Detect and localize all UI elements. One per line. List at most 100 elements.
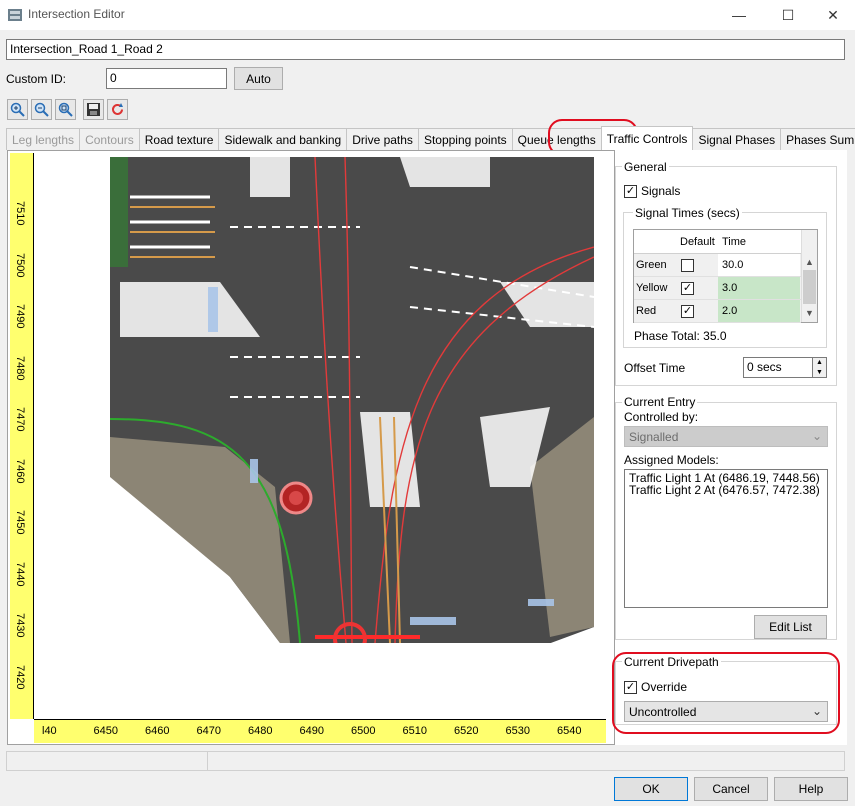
custom-id-label: Custom ID: [6,72,67,86]
tab-contours[interactable]: Contours [79,128,140,150]
signal-times-table[interactable]: Default Time ▲ ▼ Green 30.0 Yellow ✓ 3.0 Red ✓… [633,229,818,323]
ruler-tick-label: 7500 [14,252,26,277]
tab-traffic-controls[interactable]: Traffic Controls [600,126,694,150]
help-button[interactable]: Help [774,777,848,801]
assigned-models-label: Assigned Models: [624,453,719,467]
ruler-tick-label: 7450 [14,510,26,535]
refresh-icon [112,103,123,115]
offset-time-spinner[interactable]: ▲ ▼ [813,357,827,378]
save-icon [87,103,100,116]
zoom-in-button[interactable] [7,99,28,120]
table-row[interactable]: Green 30.0 [634,254,801,277]
custom-id-input[interactable]: 0 [106,68,227,89]
signal-time[interactable]: 30.0 [718,254,800,276]
table-scrollbar[interactable]: ▲ ▼ [801,230,817,322]
zoom-fit-icon [58,102,73,117]
signal-time[interactable]: 3.0 [718,277,800,299]
zoom-out-icon [34,102,49,117]
signal-name: Green [636,259,667,271]
ruler-tick-label: 6480 [248,725,273,737]
ruler-tick-label: 6540 [557,725,582,737]
controlled-by-value: Signalled [629,430,679,444]
minimize-icon: — [732,7,746,23]
default-checkbox[interactable]: ✓ [681,305,694,318]
save-button[interactable] [83,99,104,120]
scroll-thumb[interactable] [803,270,816,304]
table-row[interactable]: Yellow ✓ 3.0 [634,277,801,300]
ok-button[interactable]: OK [614,777,688,801]
tab-leg-lengths[interactable]: Leg lengths [6,128,81,150]
signals-label: Signals [641,184,681,198]
scroll-down-icon[interactable]: ▼ [805,308,814,318]
maximize-icon: ☐ [781,6,795,23]
ruler-tick-label: 6450 [93,725,118,737]
tab-strip: Leg lengths Contours Road texture Sidewalk … [6,126,855,150]
tab-stopping-points[interactable]: Stopping points [417,128,513,150]
close-button[interactable]: ✕ [810,0,855,30]
default-checkbox[interactable] [681,259,694,272]
signals-checkbox-row[interactable]: ✓ Signals [624,184,680,198]
ruler-tick-label: 6510 [402,725,427,737]
edit-list-button[interactable]: Edit List [754,615,827,639]
close-icon: ✕ [827,6,839,23]
header-default: Default [680,236,715,248]
zoom-fit-button[interactable] [55,99,76,120]
header-time: Time [722,236,747,248]
intersection-map[interactable] [110,157,594,643]
controlled-by-label: Controlled by: [624,410,699,424]
ruler-tick-label: 7480 [14,355,26,380]
phase-total: Phase Total: 35.0 [634,329,727,343]
ruler-tick-label: 6520 [454,725,479,737]
ruler-tick-label: 7470 [14,407,26,432]
tab-sidewalk-and-banking[interactable]: Sidewalk and banking [218,128,348,150]
offset-time-label: Offset Time [624,361,686,375]
tab-road-texture[interactable]: Road texture [138,128,220,150]
canvas-area[interactable]: 7510 7500 7490 7480 7470 7460 7450 7440 7430 7420… [7,150,615,745]
signals-checkbox[interactable]: ✓ [624,184,637,198]
zoom-out-button[interactable] [31,99,52,120]
maximize-button[interactable]: ☐ [765,0,811,30]
ruler-tick-label: 6500 [351,725,376,737]
zoom-in-icon [10,102,25,117]
signal-times-title: Signal Times (secs) [633,206,742,220]
ruler-tick-label: 7510 [14,201,26,226]
auto-button[interactable]: Auto [234,67,283,90]
status-divider [207,752,208,770]
status-bar [6,751,845,771]
table-header-row [634,230,801,254]
ruler-tick-label: 6490 [299,725,324,737]
ruler-tick-label: 7420 [14,664,26,689]
current-entry-title: Current Entry [622,395,698,409]
refresh-button[interactable] [107,99,128,120]
offset-time-input[interactable]: 0 secs [743,357,813,378]
ruler-tick-label: 6460 [145,725,170,737]
app-icon [8,9,22,21]
table-row[interactable]: Red ✓ 2.0 [634,300,801,323]
cancel-button[interactable]: Cancel [694,777,768,801]
signal-name: Red [636,305,657,317]
ruler-tick-label: 6530 [505,725,530,737]
default-checkbox[interactable]: ✓ [681,282,694,295]
ruler-tick-label: 7460 [14,458,26,483]
list-item[interactable]: Traffic Light 2 At (6476.57, 7472.38) [629,484,823,496]
signal-name: Yellow [636,282,668,294]
vertical-ruler[interactable]: 7510 7500 7490 7480 7470 7460 7450 7440 7430 7420 [10,153,34,719]
general-title: General [622,160,669,174]
intersection-name-input[interactable]: Intersection_Road 1_Road 2 [6,39,845,60]
chevron-down-icon: ⌄ [811,429,822,443]
window-title: Intersection Editor [28,7,125,21]
ruler-tick-label: 7430 [14,613,26,638]
assigned-models-list[interactable]: Traffic Light 1 At (6486.19, 7448.56) Tra… [624,469,828,608]
ruler-tick-label: 7490 [14,304,26,329]
horizontal-ruler[interactable]: l40 6450 6460 6470 6480 6490 6500 6510 6520 6530 6… [34,719,606,743]
ruler-tick-label: l40 [42,725,57,737]
signal-time[interactable]: 2.0 [718,300,800,322]
title-bar: Intersection Editor — ☐ ✕ [0,0,855,30]
scroll-up-icon[interactable]: ▲ [805,257,814,267]
tab-phases-summary[interactable]: Phases Summary [780,128,855,150]
tab-drive-paths[interactable]: Drive paths [346,128,419,150]
controlled-by-select[interactable]: Signalled ⌄ [624,426,828,447]
ruler-tick-label: 6470 [196,725,221,737]
minimize-button[interactable]: — [716,0,762,30]
tab-signal-phases[interactable]: Signal Phases [692,128,782,150]
